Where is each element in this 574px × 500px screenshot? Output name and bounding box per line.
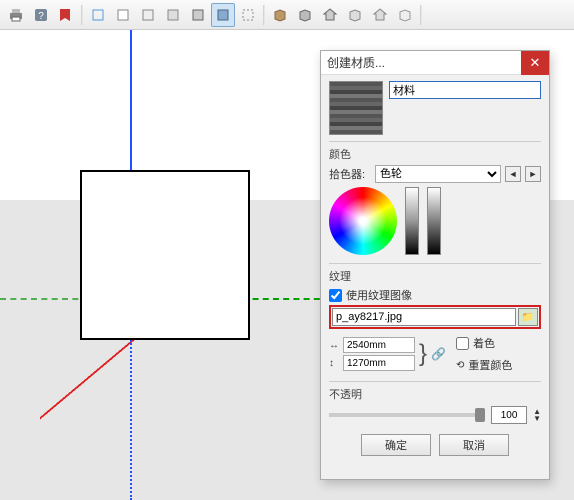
dialog-title: 创建材质... (321, 51, 549, 75)
color-wheel[interactable] (329, 187, 397, 255)
toolbar-separator (263, 5, 265, 25)
texture-height-input[interactable] (343, 355, 415, 371)
picker-prev-button[interactable]: ◄ (505, 166, 521, 182)
opacity-input[interactable] (491, 406, 527, 424)
section-color-label: 颜色 (329, 141, 541, 162)
reset-color-label: 重置颜色 (468, 357, 512, 373)
printer-icon[interactable] (4, 3, 28, 27)
opacity-slider[interactable] (329, 413, 485, 417)
picker-select[interactable]: 色轮 (375, 165, 501, 183)
drawn-rectangle[interactable] (80, 170, 250, 340)
shaded-icon[interactable] (136, 3, 160, 27)
group-icon[interactable] (343, 3, 367, 27)
material-name-input[interactable] (389, 81, 541, 99)
ok-button[interactable]: 确定 (361, 434, 431, 456)
toolbar-separator (81, 5, 83, 25)
link-brace-icon: } (419, 342, 427, 366)
texture-file-input[interactable] (332, 308, 516, 326)
colorize-label: 着色 (473, 335, 495, 351)
main-toolbar: ? (0, 0, 574, 30)
component-icon[interactable] (293, 3, 317, 27)
house-icon[interactable] (318, 3, 342, 27)
create-material-dialog: 创建材质... ✕ 颜色 拾色器: 色轮 ◄ ► 纹理 使用纹理图像 📁 (320, 50, 550, 480)
axis-blue-dashed (130, 340, 132, 500)
use-texture-label: 使用纹理图像 (346, 287, 412, 303)
help-icon[interactable]: ? (29, 3, 53, 27)
reset-color-icon[interactable]: ⟲ (456, 360, 464, 371)
box-tool-icon[interactable] (268, 3, 292, 27)
texture-preview (329, 81, 383, 135)
texture-file-row: 📁 (329, 305, 541, 329)
value-slider[interactable] (427, 187, 441, 255)
hidden-line-icon[interactable] (111, 3, 135, 27)
height-icon: ↕ (329, 358, 341, 369)
use-texture-checkbox[interactable] (329, 289, 342, 302)
colorize-checkbox[interactable] (456, 337, 469, 350)
shaded-tex-icon[interactable] (161, 3, 185, 27)
house2-icon[interactable] (368, 3, 392, 27)
toolbar-separator (420, 5, 422, 25)
section-opacity-label: 不透明 (329, 381, 541, 402)
width-icon: ↔ (329, 340, 341, 351)
svg-text:?: ? (38, 11, 44, 22)
section-texture-label: 纹理 (329, 263, 541, 284)
info-red-icon[interactable] (54, 3, 78, 27)
cancel-button[interactable]: 取消 (439, 434, 509, 456)
opacity-spinner[interactable]: ▲▼ (533, 408, 541, 422)
picker-label: 拾色器: (329, 166, 371, 182)
saturation-slider[interactable] (405, 187, 419, 255)
lock-aspect-icon[interactable]: 🔗 (431, 347, 446, 361)
xray-icon[interactable] (211, 3, 235, 27)
close-button[interactable]: ✕ (521, 51, 549, 75)
wireframe-icon[interactable] (86, 3, 110, 27)
back-edges-icon[interactable] (236, 3, 260, 27)
browse-texture-button[interactable]: 📁 (518, 308, 538, 326)
picker-next-button[interactable]: ► (525, 166, 541, 182)
texture-width-input[interactable] (343, 337, 415, 353)
mono-icon[interactable] (186, 3, 210, 27)
package-icon[interactable] (393, 3, 417, 27)
